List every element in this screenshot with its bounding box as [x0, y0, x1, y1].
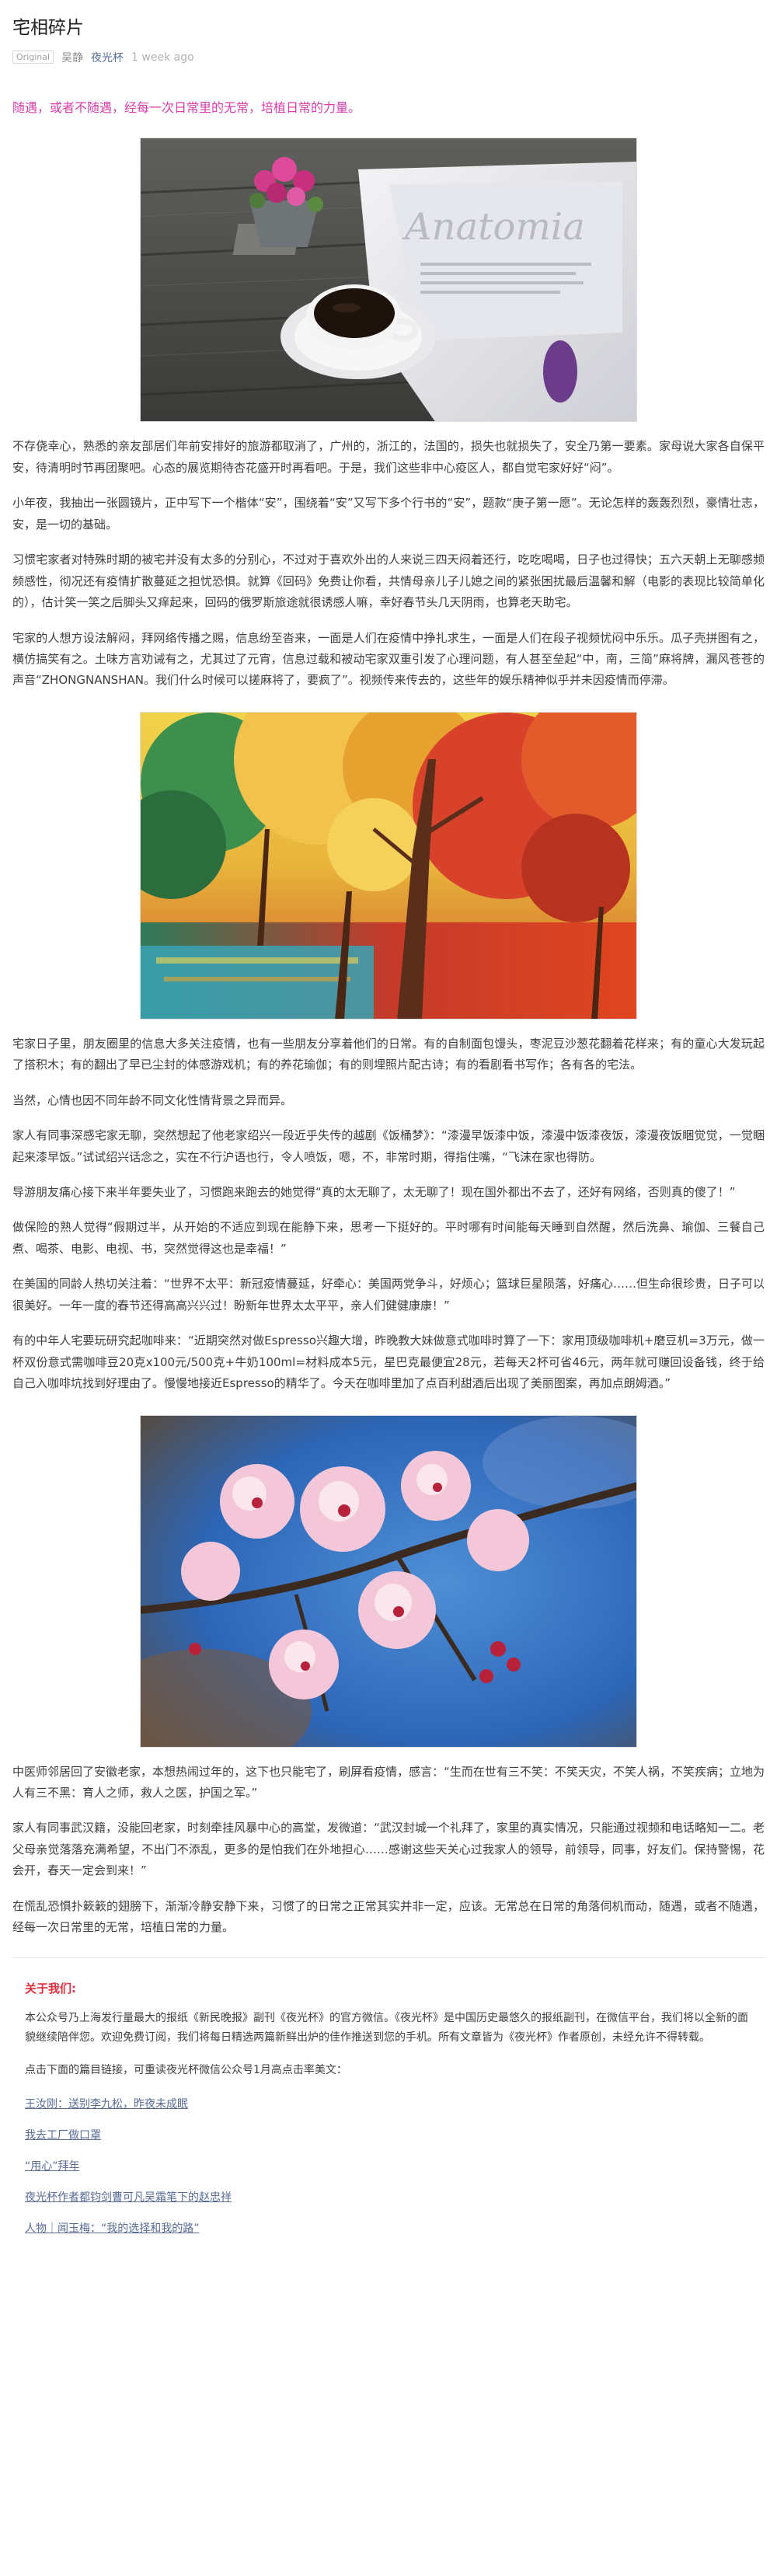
paragraph: 有的中年人宅要玩研究起咖啡来：“近期突然对做Espresso兴趣大增，昨晚教大妹… — [12, 1333, 765, 1391]
paragraph: 当然，心情也因不同年龄不同文化性情背景之异而异。 — [12, 1093, 293, 1107]
lead-text: 随遇，或者不随遇，经每一次日常里的无常，培植日常的力量。 — [12, 99, 361, 115]
paragraph: 家人有同事武汉籍，没能回老家，时刻牵挂风暴中心的高堂，发微道：“武汉封城一个礼拜… — [12, 1821, 765, 1878]
recommended-link[interactable]: 王汝刚：送别李九松，昨夜未成眠 — [25, 2096, 765, 2111]
about-intro: 本公众号乃上海发行量最大的报纸《新民晚报》副刊《夜光杯》的官方微信。《夜光杯》是… — [25, 2011, 748, 2044]
recommended-link[interactable]: 我去工厂做口罩 — [25, 2127, 765, 2142]
original-tag: Original — [12, 51, 54, 64]
recommended-links: 王汝刚：送别李九松，昨夜未成眠 我去工厂做口罩 “用心”拜年 夜光杯作者都钧剑曹… — [25, 2096, 765, 2236]
paragraph: 宅家的人想方设法解闷，拜网络传播之赐，信息纷至沓来，一面是人们在疫情中挣扎求生，… — [12, 630, 765, 688]
paragraph: 宅家日子里，朋友圈里的信息大多关注疫情，也有一些朋友分享着他们的日常。有的自制面… — [12, 1036, 765, 1072]
autumn-forest-painting — [140, 711, 637, 1020]
recommended-link[interactable]: 夜光杯作者都钧剑曹可凡吴霜笔下的赵忠祥 — [25, 2189, 765, 2205]
about-section: 关于我们: 本公众号乃上海发行量最大的报纸《新民晚报》副刊《夜光杯》的官方微信。… — [12, 1980, 765, 2236]
article-meta: Original 吴静 夜光杯 1 week ago — [12, 50, 765, 65]
magazine-word: Anatomia — [402, 205, 585, 249]
paragraph: 小年夜，我抽出一张圆镜片，正中写下一个楷体“安”，围绕着“安”又写下多个行书的“… — [12, 496, 765, 532]
paragraph: 习惯宅家者对特殊时期的被宅并没有太多的分别心，不过对于喜欢外出的人来说三四天闷着… — [12, 552, 765, 610]
about-text: 本公众号乃上海发行量最大的报纸《新民晚报》副刊《夜光杯》的官方微信。《夜光杯》是… — [25, 2009, 752, 2081]
paragraph: 做保险的熟人觉得“假期过半，从开始的不适应到现在能静下来，思考一下挺好的。平时哪… — [12, 1220, 765, 1256]
paragraph: 中医师邻居回了安徽老家，本想热闹过年的，这下也只能宅了，刷屏看疫情，感言：“生而… — [12, 1764, 765, 1800]
article-title: 宅相碎片 — [12, 18, 84, 38]
article-page: 宅相碎片 Original 吴静 夜光杯 1 week ago 随遇，或者不随遇… — [0, 0, 777, 2267]
account-link[interactable]: 夜光杯 — [91, 50, 124, 65]
image-2-container — [12, 711, 765, 1020]
paragraph: 不存侥幸心，熟悉的亲友部居们年前安排好的旅游都取消了，广州的，浙江的，法国的，损… — [12, 439, 765, 475]
coffee-photo: Anatomia — [140, 138, 637, 423]
paragraph: 在美国的同龄人热切关注着：“世界不太平：新冠疫情蔓延，好牵心：美国两党争斗，好烦… — [12, 1277, 765, 1312]
paragraph: 家人有同事深感宅家无聊，突然想起了他老家绍兴一段近乎失传的越剧《饭桶梦》：“漆漫… — [12, 1128, 765, 1164]
paragraph: 在慌乱恐惧扑簌簌的翅膀下，渐渐冷静安静下来，习惯了的日常之正常其实并非一定，应该… — [12, 1898, 765, 1935]
image-1-container: Anatomia — [12, 138, 765, 423]
publish-time: 1 week ago — [131, 51, 194, 64]
article-body: 随遇，或者不随遇，经每一次日常里的无常，培植日常的力量。 Anatomia 不存… — [12, 98, 765, 1939]
divider — [12, 1957, 765, 1958]
image-3-container — [12, 1414, 765, 1748]
about-prompt: 点击下面的篇目链接，可重读夜光杯微信公众号1月高点击率美文： — [25, 2063, 347, 2076]
recommended-link[interactable]: “用心”拜年 — [25, 2158, 765, 2173]
cherry-blossom-photo — [140, 1414, 637, 1748]
author-name: 吴静 — [61, 51, 84, 64]
recommended-link[interactable]: 人物｜闻玉梅：“我的选择和我的路” — [25, 2220, 765, 2236]
paragraph: 导游朋友痛心接下来半年要失业了，习惯跑来跑去的她觉得“真的太无聊了，太无聊了！现… — [12, 1185, 736, 1200]
about-heading: 关于我们: — [25, 1981, 76, 1996]
